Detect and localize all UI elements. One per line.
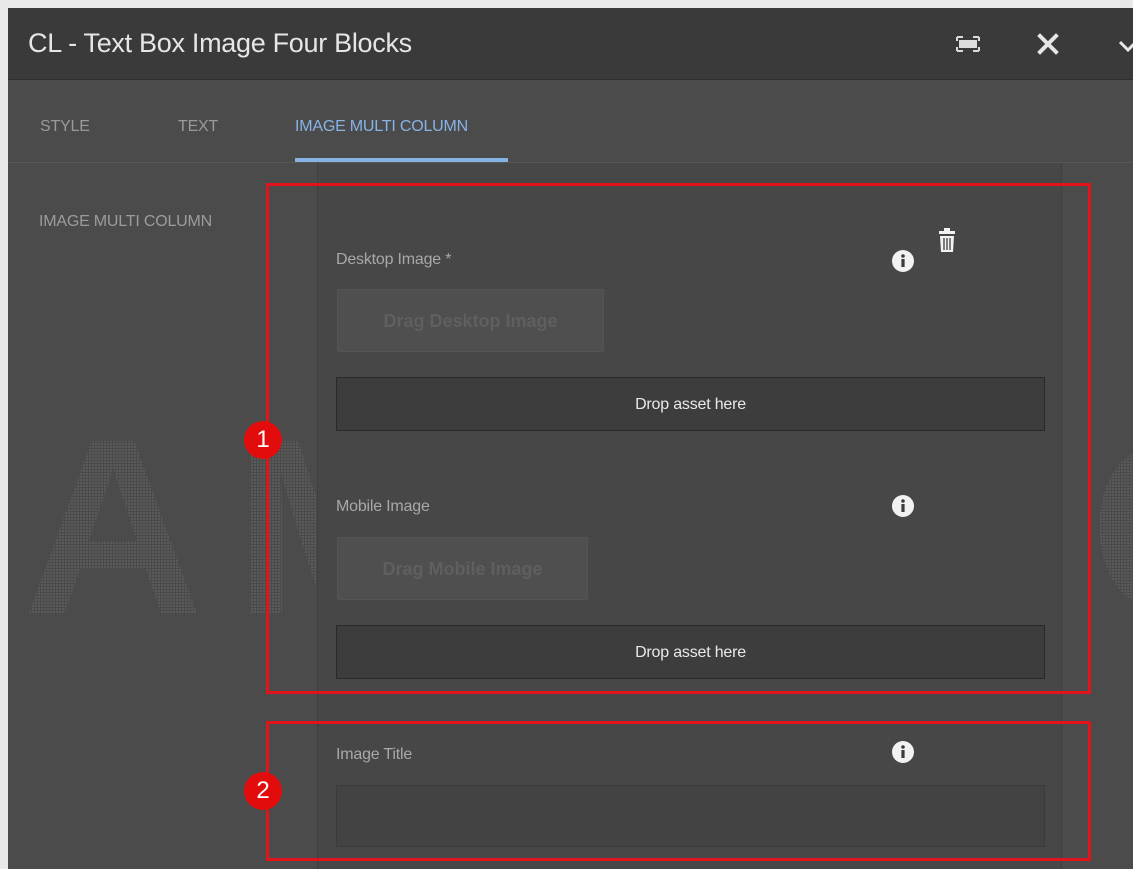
dialog-header: CL - Text Box Image Four Blocks [8,8,1133,80]
callout-box-2 [266,721,1091,861]
tab-text[interactable]: TEXT [178,81,218,163]
section-label: IMAGE MULTI COLUMN [39,213,213,230]
tab-style[interactable]: STYLE [40,81,90,163]
callout-badge-1: 1 [244,421,282,459]
close-button[interactable] [1028,24,1068,64]
dialog-title: CL - Text Box Image Four Blocks [28,28,412,58]
callout-badge-2: 2 [244,772,282,810]
collapse-button[interactable] [1108,24,1133,64]
tab-image-multi-column[interactable]: IMAGE MULTI COLUMN [295,81,468,163]
active-tab-indicator [295,158,508,162]
edit-dialog: SAMSUNG CL - Text Box Image Four Blocks … [8,8,1133,869]
tab-bar: STYLE TEXT IMAGE MULTI COLUMN [8,81,1133,163]
close-icon [1037,33,1059,55]
fullscreen-icon [956,36,980,52]
fullscreen-button[interactable] [948,24,988,64]
callout-box-1 [266,183,1091,694]
chevron-down-icon [1118,40,1133,53]
